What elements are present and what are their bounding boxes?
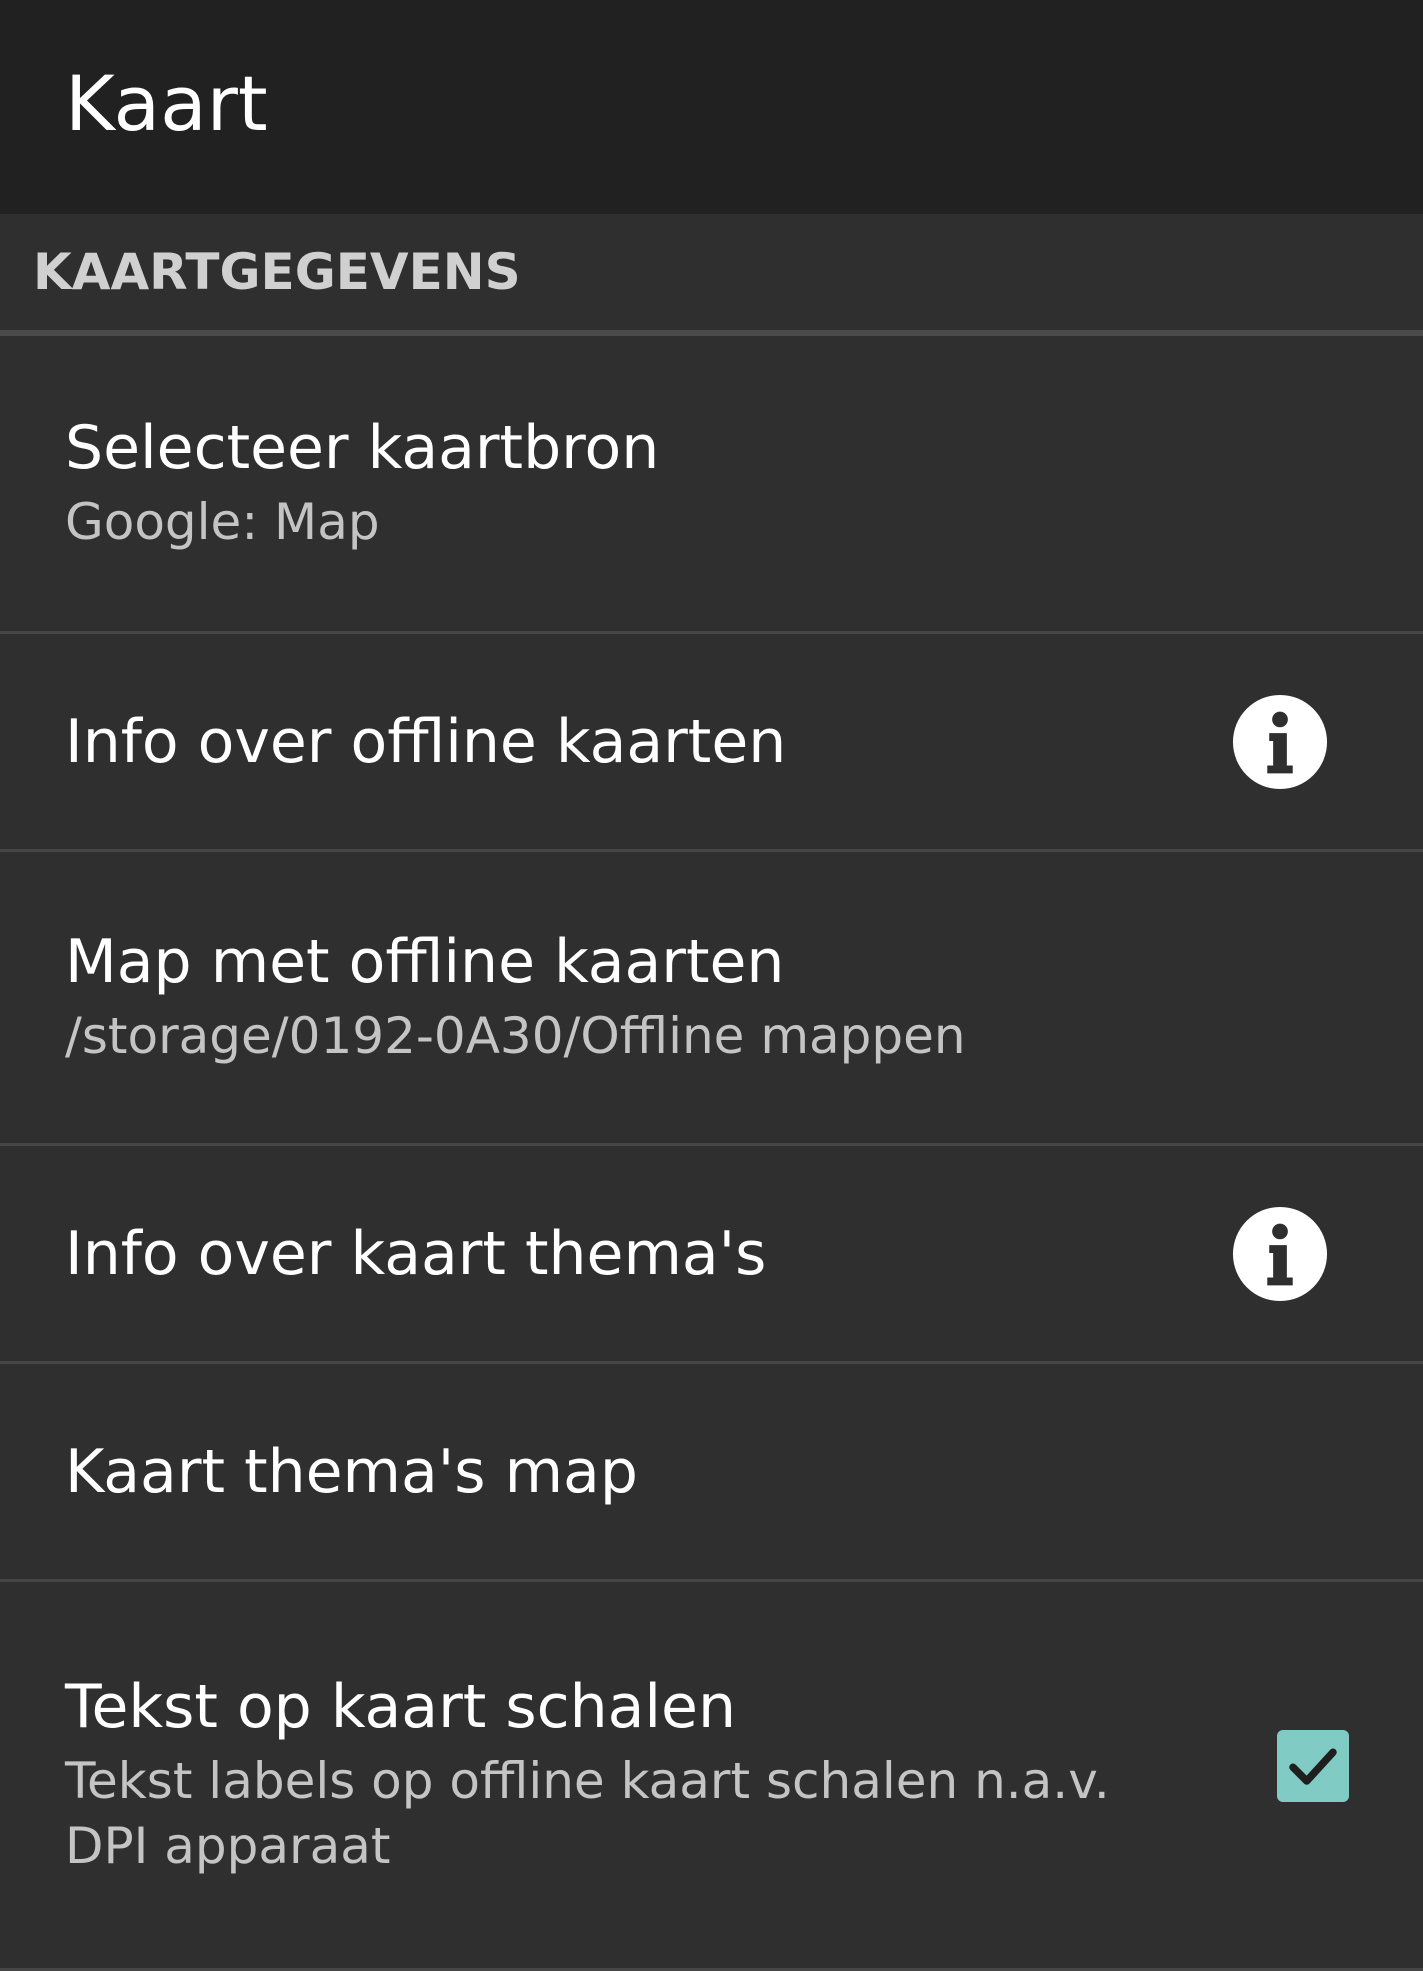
app-bar: Kaart (0, 0, 1423, 214)
pref-title: Kaart thema's map (65, 1436, 638, 1507)
info-icon (1232, 1206, 1328, 1301)
scale-text-checkbox[interactable] (1277, 1730, 1349, 1802)
checkmark-icon (1289, 1748, 1337, 1785)
section-header: KAARTGEGEVENS (0, 214, 1423, 336)
pref-title: Info over kaart thema's (65, 1218, 767, 1289)
pref-title: Tekst op kaart schalen (65, 1672, 736, 1742)
pref-offline-maps-info[interactable]: Info over offline kaarten (0, 634, 1423, 852)
section-title: KAARTGEGEVENS (33, 243, 521, 301)
pref-title: Map met offline kaarten (65, 927, 785, 997)
info-icon (1232, 694, 1328, 789)
pref-offline-maps-folder[interactable]: Map met offline kaarten /storage/0192-0A… (0, 852, 1423, 1146)
pref-summary: Google: Map (65, 493, 380, 551)
pref-select-map-source[interactable]: Selecteer kaartbron Google: Map (0, 336, 1423, 634)
pref-summary: Tekst labels op offline kaart schalen n.… (65, 1752, 1110, 1875)
app-title: Kaart (65, 59, 268, 148)
pref-map-themes-folder[interactable]: Kaart thema's map (0, 1364, 1423, 1582)
pref-title: Selecteer kaartbron (65, 413, 660, 483)
pref-scale-map-text[interactable]: Tekst op kaart schalen Tekst labels op o… (0, 1582, 1423, 1971)
pref-title: Info over offline kaarten (65, 706, 787, 777)
pref-summary: /storage/0192-0A30/Offline mappen (65, 1007, 966, 1065)
pref-map-themes-info[interactable]: Info over kaart thema's (0, 1146, 1423, 1364)
